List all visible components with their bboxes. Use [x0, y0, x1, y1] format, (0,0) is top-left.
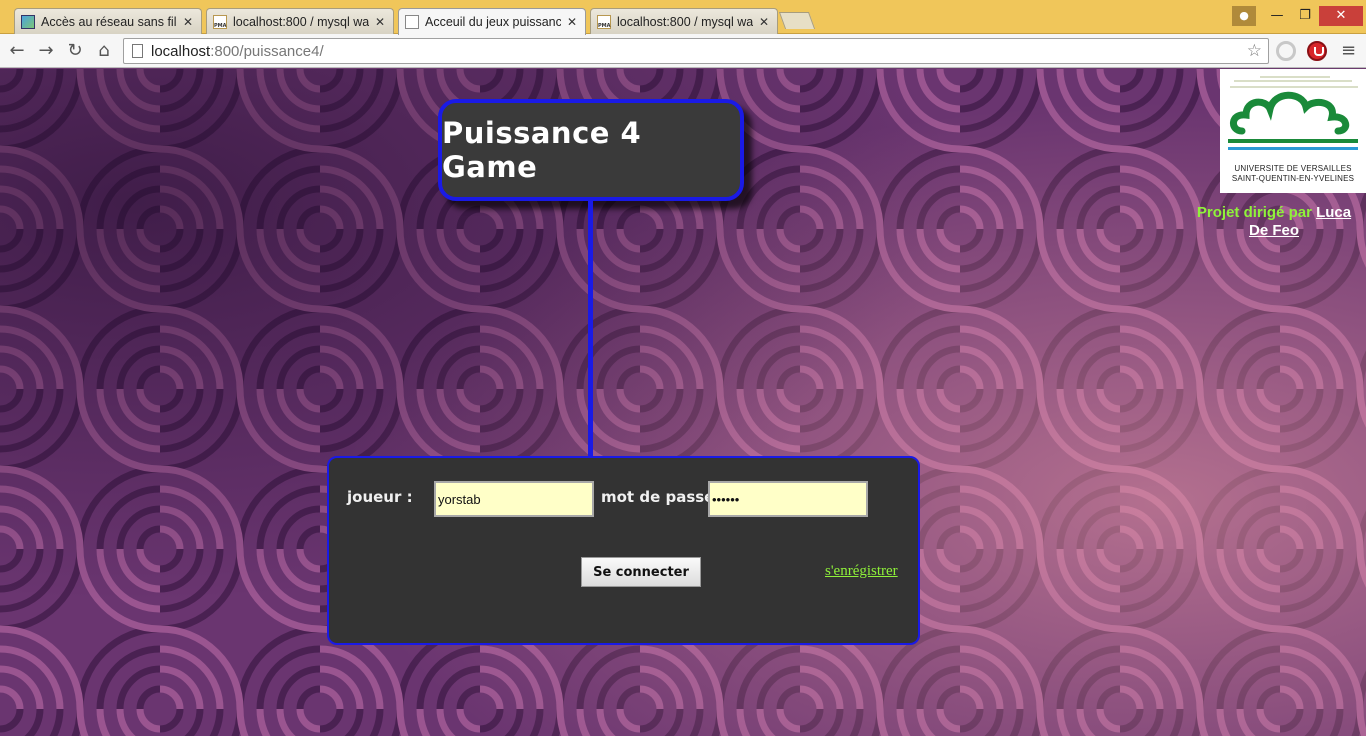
credit-name-last: De Feo [1248, 222, 1299, 239]
register-link[interactable]: s'enrégistrer [825, 563, 898, 580]
tab-phpmyadmin-2[interactable]: localhost:800 / mysql wan ✕ [590, 8, 778, 34]
wifi-icon [21, 14, 35, 29]
page-icon [132, 44, 143, 58]
logo-caption-line2: SAINT-QUENTIN-EN-YVELINES [1231, 174, 1355, 183]
login-panel: joueur : mot de passe: Se connecter s'en… [327, 456, 920, 645]
tab-title: Accès au réseau sans fil de [41, 14, 177, 29]
user-profile-icon[interactable]: ● [1232, 6, 1256, 26]
close-icon[interactable]: ✕ [375, 15, 385, 29]
url-host: localhost [151, 42, 211, 60]
title-connector-line [588, 199, 593, 459]
username-label: joueur : [347, 488, 413, 506]
new-tab-button[interactable] [778, 12, 816, 29]
power-extension-icon[interactable] [1307, 41, 1327, 61]
forward-arrow-icon[interactable]: → [35, 40, 57, 62]
tab-phpmyadmin-1[interactable]: localhost:800 / mysql wan ✕ [206, 8, 394, 34]
home-icon[interactable]: ⌂ [93, 40, 115, 62]
game-title-box: Puissance 4 Game [438, 99, 744, 201]
close-icon[interactable]: ✕ [759, 15, 769, 29]
close-icon[interactable]: ✕ [567, 15, 577, 29]
university-logo-icon [1228, 76, 1358, 150]
back-arrow-icon[interactable]: ← [6, 40, 28, 62]
maximize-icon[interactable]: ❐ [1291, 6, 1319, 26]
extension-icon[interactable] [1276, 41, 1296, 61]
phpmyadmin-icon [213, 14, 227, 29]
close-icon[interactable]: ✕ [183, 15, 193, 29]
reload-icon[interactable]: ↻ [64, 40, 86, 62]
phpmyadmin-icon [597, 14, 611, 29]
page-icon [405, 15, 419, 29]
login-button[interactable]: Se connecter [581, 557, 701, 587]
credit-text: Projet dirigé par [1196, 204, 1312, 221]
browser-toolbar: ← → ↻ ⌂ localhost:800/puissance4/ ☆ ≡ [0, 34, 1366, 68]
tab-title: localhost:800 / mysql wan [617, 14, 753, 29]
page-title: Puissance 4 Game [442, 116, 642, 184]
tab-puissance4[interactable]: Acceuil du jeux puissance ✕ [398, 8, 586, 35]
bookmark-star-icon[interactable]: ☆ [1247, 41, 1262, 61]
password-label: mot de passe: [601, 488, 721, 506]
minimize-icon[interactable]: — [1263, 6, 1291, 26]
browser-titlebar: Accès au réseau sans fil de ✕ localhost:… [0, 0, 1366, 35]
window-close-icon[interactable]: ✕ [1319, 6, 1363, 26]
project-credit: Projet dirigé par Luca De Feo [1186, 204, 1362, 240]
url-path: :800/puissance4/ [210, 42, 324, 60]
address-bar[interactable]: localhost:800/puissance4/ ☆ [123, 38, 1269, 64]
tab-title: localhost:800 / mysql wan [233, 14, 369, 29]
tab-wifi-access[interactable]: Accès au réseau sans fil de ✕ [14, 8, 202, 34]
logo-caption-line1: UNIVERSITE DE VERSAILLES [1234, 164, 1352, 173]
university-logo: UNIVERSITE DE VERSAILLES SAINT-QUENTIN-E… [1220, 69, 1366, 193]
menu-icon[interactable]: ≡ [1341, 41, 1357, 61]
page-viewport: Puissance 4 Game joueur : mot de passe: … [0, 69, 1366, 736]
tab-title: Acceuil du jeux puissance [425, 15, 561, 29]
username-input[interactable] [434, 481, 594, 517]
credit-name-first: Luca [1316, 204, 1352, 221]
password-input[interactable] [708, 481, 868, 517]
